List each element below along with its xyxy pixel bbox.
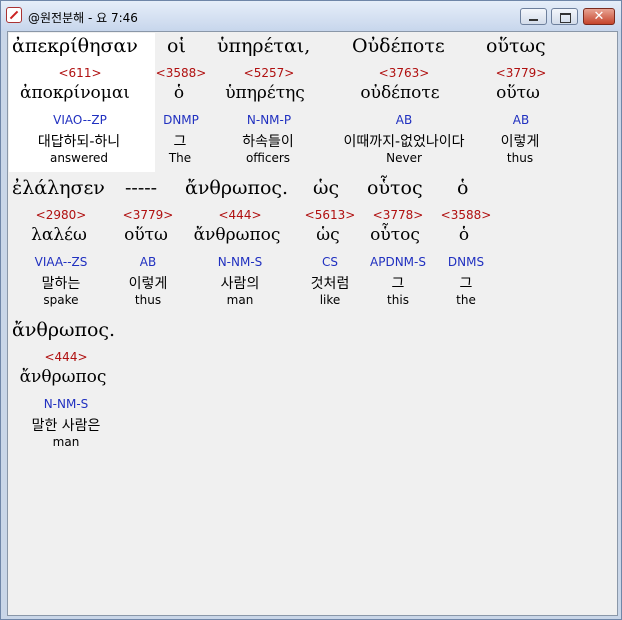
lemma: ἀποκρίνομαι xyxy=(20,83,130,103)
app-window: @원전분해 - 요 7:46 ✕ ἀπεκρίθησαν <611> ἀποκρ… xyxy=(0,0,622,620)
strong-number[interactable]: <3778> xyxy=(373,208,424,222)
strong-number[interactable]: <444> xyxy=(218,208,261,222)
english-gloss: thus xyxy=(506,151,534,165)
strong-number[interactable]: <3588> xyxy=(441,208,492,222)
maximize-button[interactable] xyxy=(551,8,578,25)
strong-number[interactable]: <5613> xyxy=(305,208,356,222)
lemma: ὁ xyxy=(458,225,470,245)
app-logo-icon xyxy=(6,7,22,23)
parsing-code: APDNM-S xyxy=(370,255,426,269)
greek-word[interactable]: ὁ xyxy=(457,177,468,199)
greek-word[interactable]: ἄνθρωπος. xyxy=(185,177,288,199)
strong-number[interactable]: <2980> xyxy=(36,208,87,222)
lemma: οὕτω xyxy=(496,83,540,103)
lemma: οὕτω xyxy=(124,225,168,245)
lemma: ὑπηρέτης xyxy=(225,83,305,103)
korean-gloss: 사람의 xyxy=(220,276,260,292)
greek-word[interactable]: ὑπηρέται, xyxy=(217,35,310,57)
english-gloss: man xyxy=(52,435,80,449)
english-gloss: officers xyxy=(245,151,291,165)
greek-word[interactable]: ἀπεκρίθησαν xyxy=(12,35,138,57)
parsing-code: DNMS xyxy=(447,255,485,269)
korean-gloss: 말하는 xyxy=(41,276,81,292)
greek-word[interactable]: ὡς xyxy=(313,177,339,199)
greek-word[interactable]: ----- xyxy=(125,177,157,199)
close-icon: ✕ xyxy=(593,9,605,24)
strong-number[interactable]: <3763> xyxy=(379,66,430,80)
korean-gloss: 그 xyxy=(391,276,405,292)
greek-word[interactable]: ἄνθρωπος. xyxy=(12,319,115,341)
minimize-button[interactable] xyxy=(520,8,547,25)
parsing-code: AB xyxy=(139,255,157,269)
korean-gloss: 그 xyxy=(459,276,473,292)
greek-word[interactable]: ἐλάλησεν xyxy=(12,177,105,199)
english-gloss: The xyxy=(168,151,192,165)
parsing-code: N-NM-S xyxy=(43,397,89,411)
parsing-code: AB xyxy=(512,113,530,127)
parsing-code: VIAO--ZP xyxy=(53,113,107,127)
english-gloss: the xyxy=(456,293,476,307)
english-gloss: like xyxy=(319,293,341,307)
korean-gloss: 하속들이 xyxy=(242,134,294,150)
korean-gloss: 그 xyxy=(173,134,187,150)
english-gloss: Never xyxy=(386,151,422,165)
korean-gloss: 이렇게 xyxy=(500,134,540,150)
parsing-code: AB xyxy=(395,113,413,127)
greek-word[interactable]: Οὐδέποτε xyxy=(352,35,445,57)
korean-gloss: 것처럼 xyxy=(310,276,350,292)
strong-number[interactable]: <444> xyxy=(44,350,87,364)
greek-word[interactable]: οὕτως xyxy=(486,35,546,57)
korean-gloss: 이때까지-없었나이다 xyxy=(343,134,465,150)
interlinear-view[interactable]: ἀπεκρίθησαν <611> ἀποκρίνομαι VIAO--ZP 대… xyxy=(7,31,618,616)
greek-word[interactable]: οὗτος xyxy=(367,177,423,199)
title-bar[interactable]: @원전분해 - 요 7:46 ✕ xyxy=(1,1,621,31)
parsing-code: DNMP xyxy=(163,113,199,127)
english-gloss: spake xyxy=(43,293,79,307)
minimize-icon xyxy=(529,19,538,21)
english-gloss: answered xyxy=(49,151,109,165)
lemma: λαλέω xyxy=(31,225,87,245)
korean-gloss: 말한 사람은 xyxy=(31,418,101,434)
parsing-code: N-NM-P xyxy=(246,113,292,127)
maximize-icon xyxy=(560,13,571,23)
lemma: ὁ xyxy=(173,83,185,103)
lemma: οὗτος xyxy=(370,225,420,245)
strong-number[interactable]: <611> xyxy=(58,66,101,80)
window-title: @원전분해 - 요 7:46 xyxy=(28,11,138,25)
parsing-code: CS xyxy=(322,255,338,269)
parsing-code: N-NM-S xyxy=(217,255,263,269)
strong-number[interactable]: <3779> xyxy=(496,66,547,80)
strong-number[interactable]: <5257> xyxy=(244,66,295,80)
lemma: οὐδέποτε xyxy=(360,83,440,103)
english-gloss: thus xyxy=(134,293,162,307)
close-button[interactable]: ✕ xyxy=(583,8,615,25)
english-gloss: man xyxy=(226,293,254,307)
parsing-code: VIAA--ZS xyxy=(34,255,88,269)
lemma: ὡς xyxy=(316,225,340,245)
greek-word[interactable]: οἱ xyxy=(167,35,186,57)
korean-gloss: 이렇게 xyxy=(128,276,168,292)
lemma: ἄνθρωπος xyxy=(193,225,281,245)
strong-number[interactable]: <3588> xyxy=(156,66,207,80)
korean-gloss: 대답하되-하니 xyxy=(37,134,121,150)
strong-number[interactable]: <3779> xyxy=(123,208,174,222)
english-gloss: this xyxy=(387,293,409,307)
lemma: ἄνθρωπος xyxy=(19,367,107,387)
